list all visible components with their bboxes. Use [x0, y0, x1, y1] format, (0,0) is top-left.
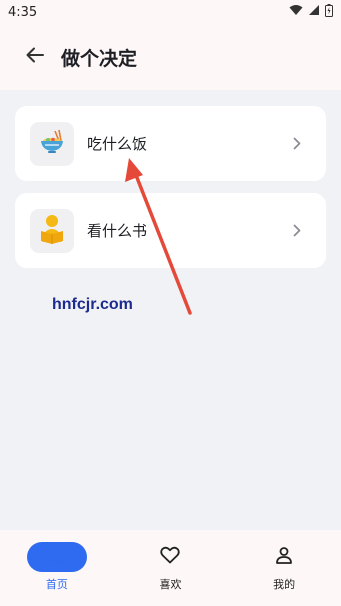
bottom-navigation: 首页 喜欢 我的 [0, 530, 341, 606]
page-title: 做个决定 [61, 47, 138, 70]
chevron-right-icon [290, 224, 304, 238]
nav-label: 首页 [45, 578, 68, 591]
card-label: 看什么书 [87, 222, 148, 240]
nav-home[interactable]: 首页 [7, 530, 107, 592]
card-icon-box [30, 208, 74, 253]
nav-indicator [254, 542, 314, 572]
nav-indicator [140, 542, 200, 572]
heart-icon [160, 546, 181, 568]
status-bar: 4:35 [0, 0, 341, 24]
person-icon [275, 546, 293, 568]
wifi-icon [289, 4, 303, 20]
watermark-text: hnfcjr.com [52, 296, 133, 313]
cellular-signal-icon [308, 4, 320, 20]
card-what-to-eat[interactable]: 吃什么饭 [15, 106, 326, 181]
battery-icon [325, 3, 333, 21]
status-time: 4:35 [8, 4, 38, 20]
card-icon-box [30, 121, 74, 166]
back-button[interactable] [23, 45, 47, 69]
nav-favorites[interactable]: 喜欢 [120, 530, 220, 592]
status-icons [289, 3, 333, 21]
nav-profile[interactable]: 我的 [234, 530, 334, 592]
card-what-to-read[interactable]: 看什么书 [15, 193, 326, 268]
nav-indicator [26, 542, 87, 572]
chevron-right-icon [290, 137, 304, 151]
nav-label: 我的 [273, 578, 296, 591]
home-icon [48, 547, 66, 567]
food-bowl-icon [38, 129, 66, 159]
app-bar: 做个决定 [0, 24, 341, 90]
reading-person-icon [38, 214, 66, 248]
card-label: 吃什么饭 [87, 135, 148, 153]
arrow-left-icon [26, 47, 44, 67]
nav-label: 喜欢 [159, 578, 182, 591]
